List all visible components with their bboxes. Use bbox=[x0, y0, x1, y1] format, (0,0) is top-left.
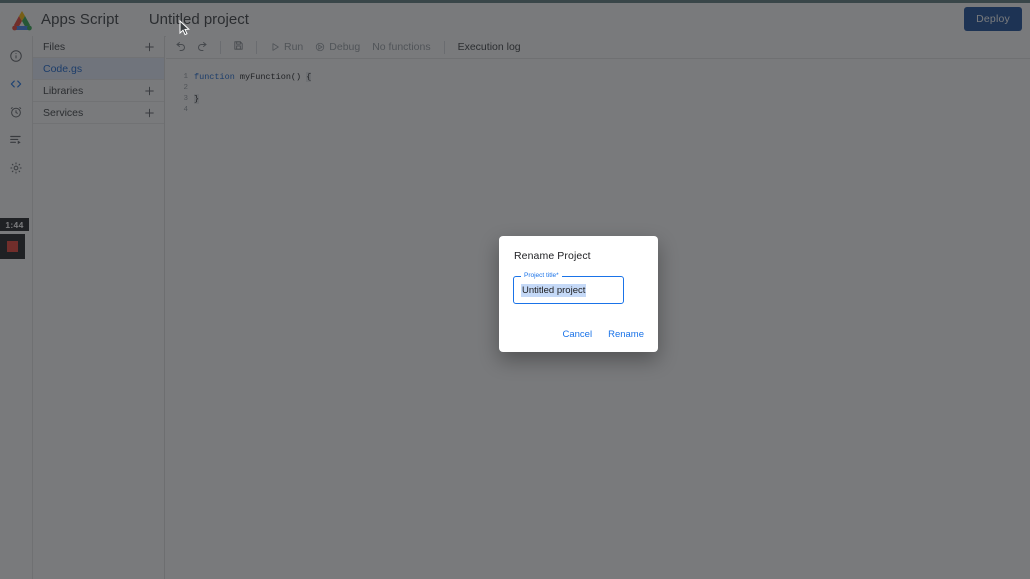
project-title-input[interactable]: Untitled project bbox=[521, 284, 587, 297]
rename-project-dialog: Rename Project Project title* Untitled p… bbox=[499, 236, 658, 352]
rename-button[interactable]: Rename bbox=[603, 326, 649, 343]
project-title-field[interactable]: Project title* Untitled project bbox=[513, 272, 624, 304]
dialog-actions: Cancel Rename bbox=[558, 326, 650, 343]
cancel-button[interactable]: Cancel bbox=[558, 326, 598, 343]
dialog-title: Rename Project bbox=[514, 250, 591, 262]
project-title-field-label: Project title* bbox=[521, 272, 562, 280]
